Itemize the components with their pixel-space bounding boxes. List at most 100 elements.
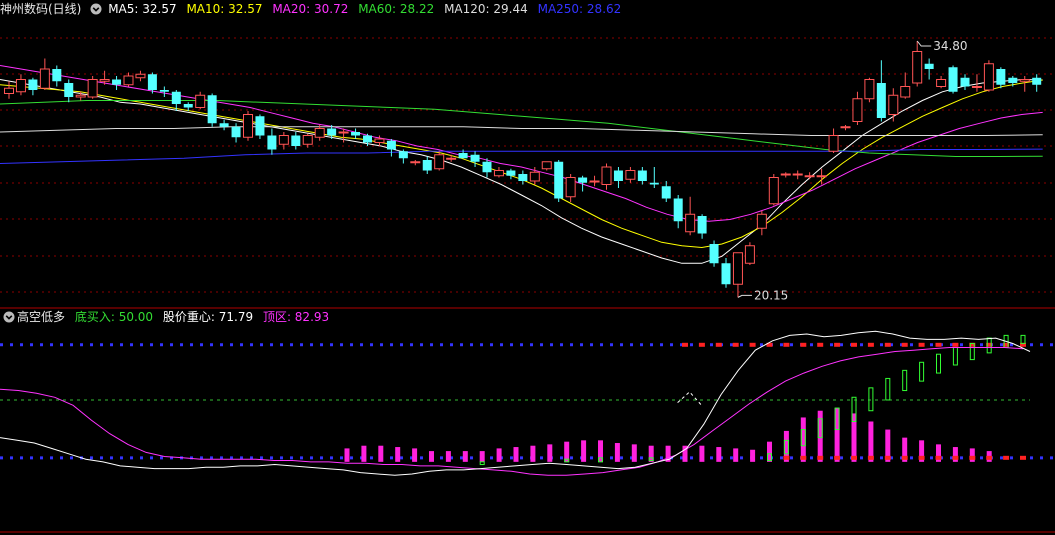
magenta-bar [631, 444, 637, 462]
red-bottom-marker [901, 455, 908, 460]
candle-body [529, 171, 540, 182]
candle-body [768, 177, 779, 205]
candle [207, 93, 217, 127]
candle-body [314, 128, 325, 138]
candle-body [410, 161, 421, 164]
candle-body [243, 114, 253, 138]
candle [924, 58, 934, 80]
candle [840, 125, 851, 131]
candle [864, 77, 875, 103]
candle-body [363, 135, 372, 143]
candle [541, 161, 552, 171]
candle [601, 163, 612, 190]
candle [697, 214, 707, 239]
candle [231, 123, 241, 143]
candle-body [697, 216, 707, 234]
candle-body [112, 79, 122, 85]
candle [28, 77, 38, 96]
candle-body [744, 245, 755, 264]
candle-body [685, 213, 696, 233]
candle [135, 70, 146, 82]
indicator-series[interactable] [0, 330, 1031, 476]
candle-body [578, 177, 588, 183]
candle-body [756, 213, 767, 229]
candle [709, 240, 719, 267]
red-bottom-marker [1003, 455, 1010, 460]
candle [828, 128, 839, 153]
green-bar [952, 346, 958, 366]
green-bar [868, 387, 874, 412]
candlestick-series[interactable] [4, 41, 1042, 298]
candle [732, 252, 743, 298]
candle [792, 170, 803, 180]
price-extreme-labels: 34.80 20.15 [737, 39, 968, 302]
red-top-marker [715, 342, 722, 347]
candle-body [876, 83, 886, 118]
candle [314, 125, 325, 141]
ma20-value: MA20: 30.72 [272, 2, 349, 16]
circle-chevron-down-icon[interactable] [3, 311, 15, 327]
red-bottom-marker [783, 455, 790, 460]
candle-body [589, 180, 600, 183]
red-top-marker [698, 342, 705, 347]
candle-body [1008, 77, 1018, 83]
magenta-bar [344, 448, 350, 462]
candle [554, 160, 564, 202]
candle-body [888, 94, 899, 115]
candle-body [278, 135, 289, 145]
magenta-bar [716, 447, 722, 462]
candle-body [147, 74, 157, 90]
candle [351, 128, 361, 139]
green-bar [902, 369, 908, 392]
candle [613, 167, 623, 188]
circle-chevron-down-icon[interactable] [90, 3, 102, 19]
candle-body [493, 170, 504, 177]
ma5-line [0, 78, 1043, 264]
candle-body [159, 90, 169, 92]
candle-body [840, 126, 851, 129]
red-bottom-marker [918, 455, 925, 460]
candle-body [828, 135, 839, 152]
red-bottom-marker [867, 455, 874, 460]
moving-average-lines [0, 65, 1043, 264]
candle [1019, 76, 1030, 92]
red-bottom-marker [952, 455, 959, 460]
candle-body [732, 252, 743, 285]
candle-body [971, 86, 982, 88]
main-chart-header: 神州数码(日线) MA5: 32.57 MA10: 32.57 MA20: 30… [0, 1, 627, 17]
candle-body [99, 79, 110, 82]
candle-body [64, 83, 74, 97]
candle [721, 258, 731, 288]
candle-body [15, 79, 26, 93]
candle-body [637, 170, 647, 181]
ma60-value: MA60: 28.22 [358, 2, 435, 16]
red-top-marker [952, 342, 959, 347]
candle-body [649, 182, 659, 185]
candle [506, 168, 516, 180]
candle-body [219, 123, 229, 127]
magenta-bar [361, 445, 367, 462]
candle-body [625, 170, 636, 180]
candle-body [983, 63, 994, 91]
candle [291, 132, 301, 150]
candle [4, 81, 14, 99]
candle [112, 76, 122, 90]
candle [685, 196, 696, 236]
red-top-marker [732, 342, 739, 347]
candle [996, 67, 1006, 89]
candle-body [183, 104, 193, 108]
stock-chart-canvas[interactable]: 34.80 20.15 [0, 0, 1055, 535]
candle-body [374, 138, 385, 143]
green-bar [479, 461, 485, 466]
candle [852, 91, 863, 125]
candle-body [422, 160, 432, 171]
candle [744, 242, 755, 265]
candle [960, 74, 970, 90]
candle [64, 79, 74, 103]
high-marker-arrow [916, 40, 932, 47]
candle-body [52, 69, 62, 82]
candle-body [470, 154, 480, 162]
candle-body [267, 135, 277, 150]
candle-body [565, 177, 576, 198]
candle-body [996, 69, 1006, 85]
